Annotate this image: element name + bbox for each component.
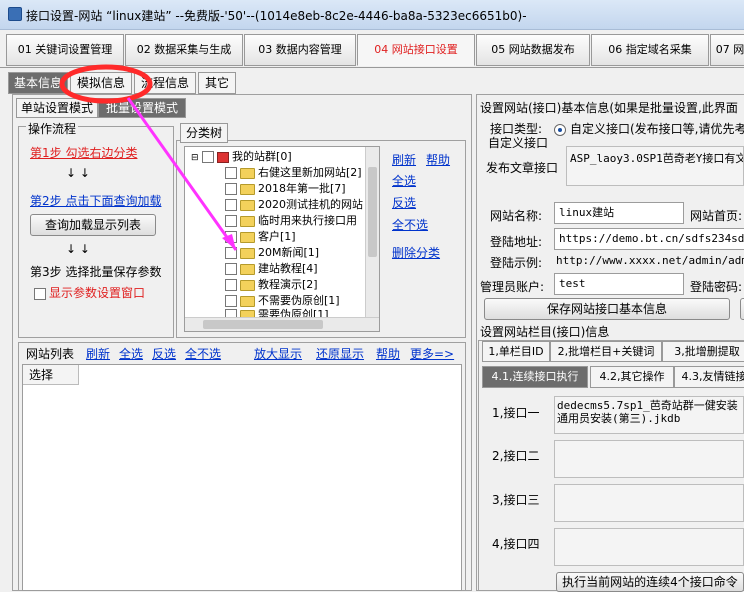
highlight-circle	[59, 64, 153, 104]
pointer-arrow-head	[222, 234, 236, 250]
pointer-arrow-line	[126, 97, 238, 251]
annotation-overlay	[59, 64, 238, 251]
